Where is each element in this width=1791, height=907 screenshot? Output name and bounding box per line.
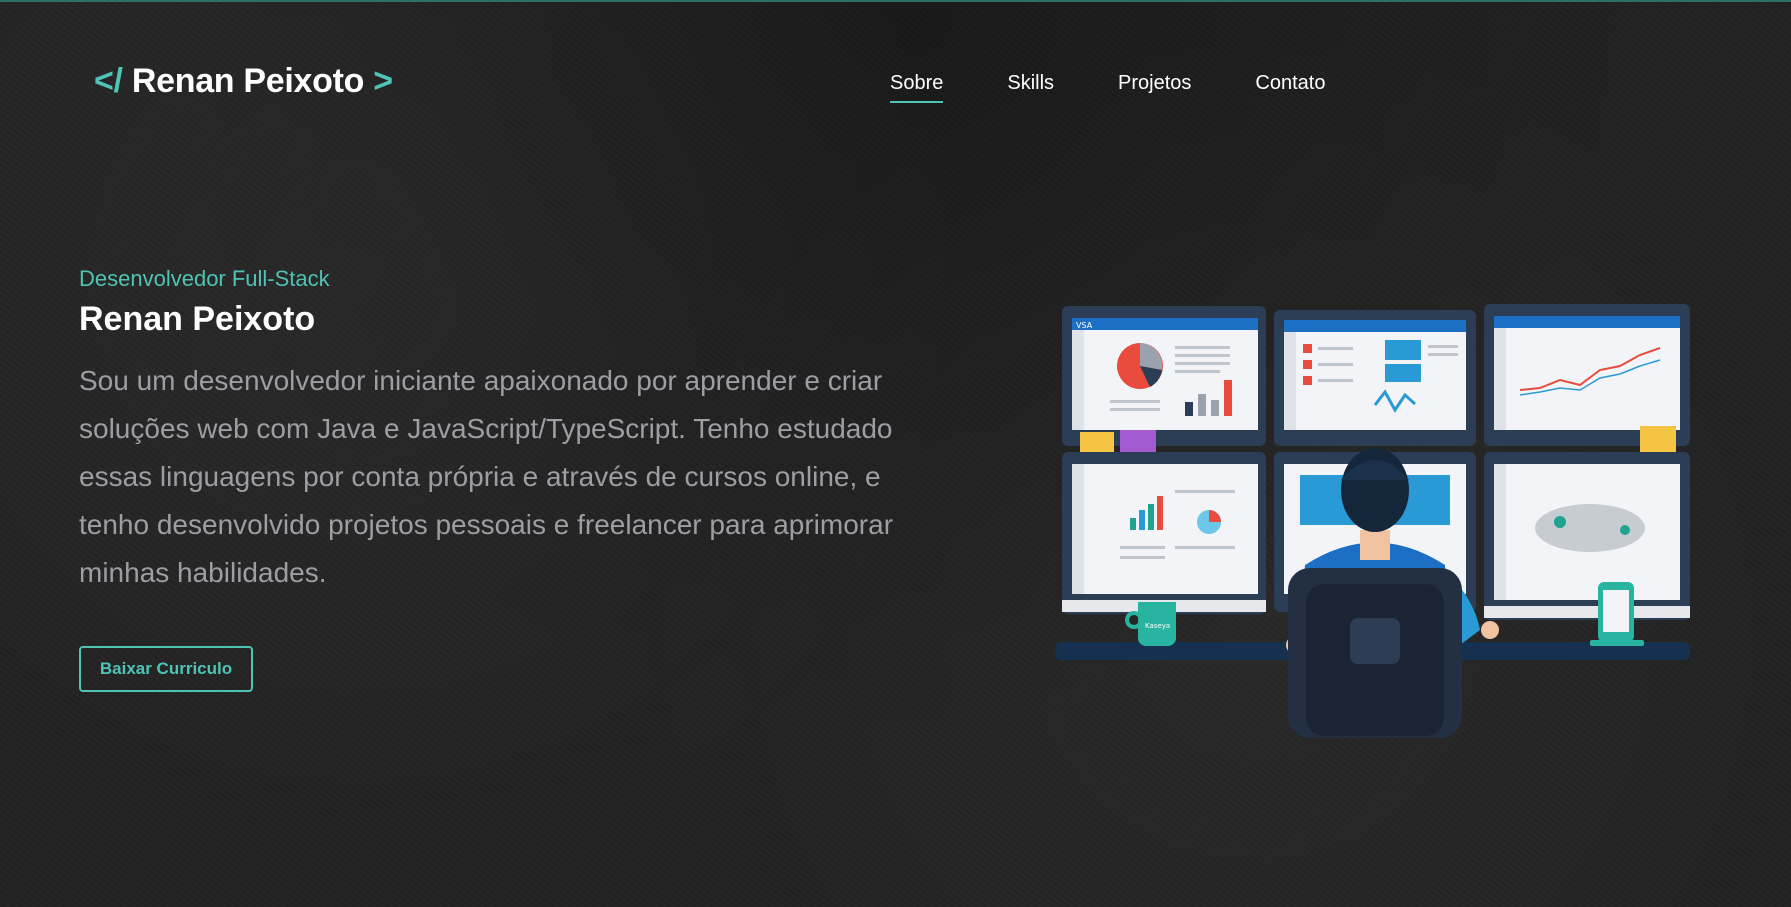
download-cv-button[interactable]: Baixar Curriculo <box>79 646 253 692</box>
nav-item-skills[interactable]: Skills <box>1007 72 1054 101</box>
monitor-bottom-right <box>1484 452 1690 620</box>
main-nav: Sobre Skills Projetos Contato <box>890 72 1389 103</box>
monitor-top-left: VSA <box>1062 306 1266 446</box>
hero-name: Renan Peixoto <box>79 300 316 338</box>
nav-item-projetos[interactable]: Projetos <box>1118 72 1191 101</box>
nav-item-sobre[interactable]: Sobre <box>890 72 944 103</box>
developer-monitors-illustration: VSA Kaseya <box>1055 304 1690 738</box>
monitor-bottom-left <box>1062 452 1266 614</box>
hero-subtitle: Desenvolvedor Full-Stack <box>79 266 330 291</box>
logo-close-bracket: > <box>373 62 393 100</box>
site-header: </ Renan Peixoto > Sobre Skills Projetos… <box>0 0 1791 170</box>
hero-section: Desenvolvedor Full-Stack Renan Peixoto S… <box>79 266 959 597</box>
nav-item-contato[interactable]: Contato <box>1255 72 1325 101</box>
logo[interactable]: </ Renan Peixoto > <box>94 62 393 101</box>
monitor-top-right <box>1484 304 1690 446</box>
logo-text: Renan Peixoto <box>131 62 365 100</box>
screen-brand: VSA <box>1076 321 1093 330</box>
monitor-top-center <box>1274 310 1476 446</box>
hero-description: Sou um desenvolvedor iniciante apaixonad… <box>79 365 894 588</box>
logo-open-bracket: </ <box>94 62 123 100</box>
office-chair <box>1288 568 1462 738</box>
mug-label: Kaseya <box>1145 622 1170 630</box>
